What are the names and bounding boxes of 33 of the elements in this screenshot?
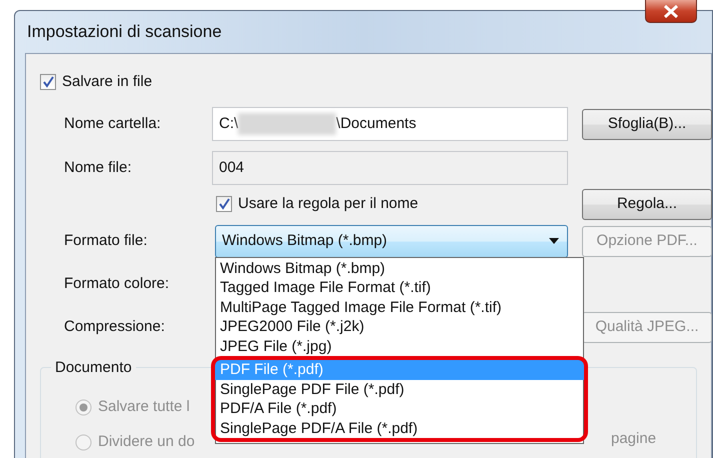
save-to-file-checkbox[interactable]: Salvare in file <box>40 70 568 94</box>
radio-label: Dividere un do <box>98 432 195 452</box>
rule-button[interactable]: Regola... <box>582 188 712 220</box>
window-title: Impostazioni di scansione <box>26 21 222 44</box>
dropdown-option[interactable]: JPEG File (*.jpg) <box>217 336 582 356</box>
dropdown-option[interactable]: SinglePage PDF/A File (*.pdf) <box>211 418 588 442</box>
field-label: Formato colore: <box>63 274 170 294</box>
dropdown-option[interactable]: Windows Bitmap (*.bmp) <box>217 258 582 278</box>
field-label: Formato file: <box>63 230 148 251</box>
field-label: Compressione: <box>63 316 166 337</box>
dropdown-option[interactable]: MultiPage Tagged Image File Format (*.tif) <box>217 298 582 317</box>
naming-rule-checkbox[interactable]: Usare la regola per il nome <box>216 192 568 216</box>
dropdown-option[interactable]: PDF/A File (*.pdf) <box>211 399 588 418</box>
dropdown-option[interactable]: JPEG2000 File (*.j2k) <box>217 317 582 336</box>
close-icon <box>663 4 679 18</box>
save-to-file-checkbox-label: Salvare in file <box>62 72 152 92</box>
unit-label: pagine <box>611 429 656 449</box>
checkbox[interactable] <box>40 74 56 90</box>
path-text: C:\ <box>219 114 238 134</box>
close-button[interactable] <box>645 0 697 23</box>
field-label: Nome file: <box>63 158 133 178</box>
caret-icon <box>549 238 559 244</box>
file-name-field[interactable]: 004 <box>212 151 568 185</box>
radio-label: Salvare tutte l <box>98 397 190 418</box>
checkbox[interactable] <box>216 196 232 212</box>
field-label: Nome cartella: <box>63 114 162 134</box>
folder-field[interactable]: C:\ \Documents <box>212 107 568 141</box>
browse-button[interactable]: Sfoglia(B)... <box>582 108 712 140</box>
dropdown-value: Windows Bitmap (*.bmp) <box>222 230 388 251</box>
dropdown-option[interactable]: Tagged Image File Format (*.tif) <box>217 278 582 298</box>
path-text: \Documents <box>336 114 416 134</box>
naming-rule-checkbox-label: Usare la regola per il nome <box>238 194 418 214</box>
dropdown-option[interactable]: SinglePage PDF File (*.pdf) <box>211 380 588 399</box>
